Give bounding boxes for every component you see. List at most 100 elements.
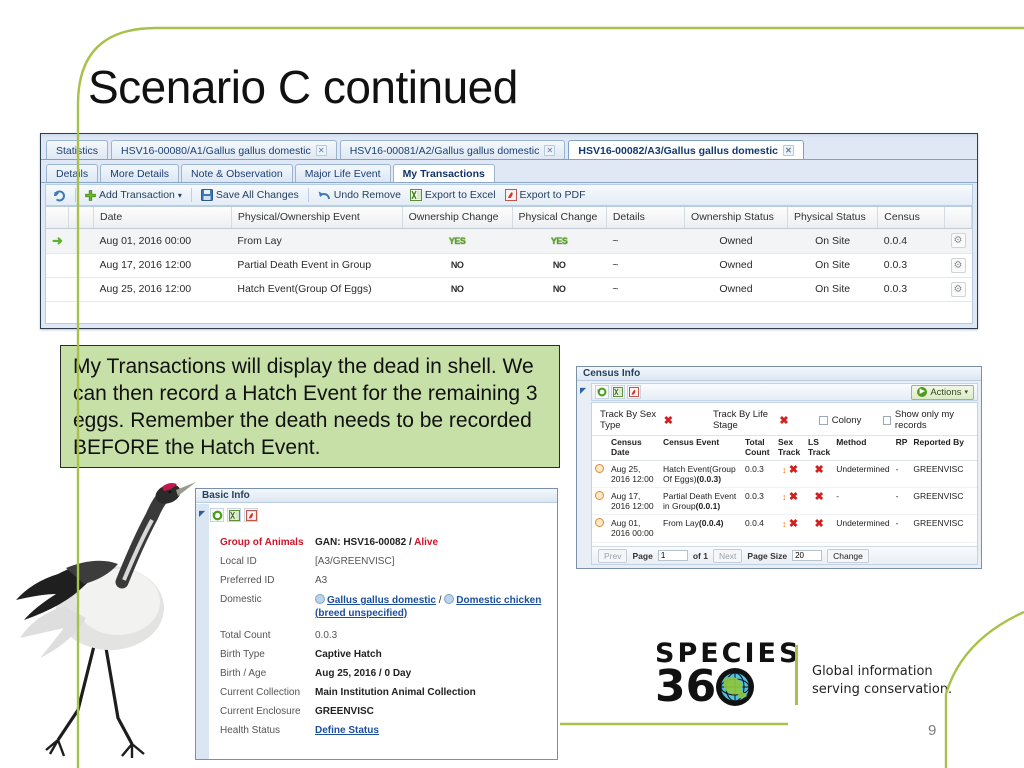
cell-date: Aug 25, 2016 12:00 <box>93 277 232 302</box>
col-ownership-status[interactable]: Ownership Status <box>684 207 788 229</box>
link-breed-unspecified[interactable]: (breed unspecified) <box>315 608 407 619</box>
col-ownership-change[interactable]: Ownership Change <box>402 207 513 229</box>
census-row[interactable]: Aug 01, 2016 00:00 From Lay(0.0.4) 0.0.4… <box>592 514 977 543</box>
refresh-icon[interactable] <box>51 189 68 202</box>
census-row[interactable]: Aug 25, 2016 12:00 Hatch Event(Group Of … <box>592 460 977 488</box>
undo-remove-button[interactable]: Undo Remove <box>316 189 403 201</box>
checkbox-show-only-my-records[interactable]: Show only my records <box>883 409 971 431</box>
next-page-button[interactable]: Next <box>712 548 743 563</box>
export-to-pdf-label: Export to PDF <box>519 189 586 201</box>
checkbox-icon <box>818 415 828 425</box>
cell-ownership-change: YES <box>402 228 513 254</box>
table-header-row: Date Physical/Ownership Event Ownership … <box>46 207 972 229</box>
field-value: [A3/GREENVISC] <box>315 556 395 567</box>
link-define-status[interactable]: Define Status <box>315 725 379 738</box>
table-row[interactable]: Aug 25, 2016 12:00 Hatch Event(Group Of … <box>46 277 972 302</box>
record-tab-statistics[interactable]: Statistics <box>46 140 109 160</box>
table-row[interactable]: Aug 17, 2016 12:00 Partial Death Event i… <box>46 253 972 278</box>
row-settings-button[interactable]: ⚙ <box>944 253 972 278</box>
page-size-input[interactable] <box>792 550 823 561</box>
cell-reported-by: GREENVISC <box>910 514 977 543</box>
pdf-icon[interactable] <box>627 385 641 399</box>
excel-icon[interactable] <box>611 385 625 399</box>
col-census-date[interactable]: Census Date <box>608 435 660 461</box>
logo-tagline: Global information serving conservation. <box>812 663 987 698</box>
page-number: 9 <box>928 722 937 739</box>
tab-note-observation[interactable]: Note & Observation <box>181 164 293 183</box>
row-marker-icon <box>46 253 69 278</box>
field-current-enclosure: Current Enclosure GREENVISC <box>220 706 548 719</box>
collapse-triangle-icon[interactable]: ◤ <box>199 509 205 518</box>
col-blank[interactable] <box>68 207 94 229</box>
cell-total-count: 0.0.3 <box>742 460 775 488</box>
page-number-input[interactable] <box>657 550 688 561</box>
col-physical-status[interactable]: Physical Status <box>787 207 879 229</box>
refresh-icon[interactable] <box>210 508 224 522</box>
tab-more-details[interactable]: More Details <box>100 164 180 183</box>
checkbox-colony[interactable]: Colony <box>818 415 861 426</box>
tab-details[interactable]: Details <box>46 164 99 183</box>
cell-physical-status: On Site <box>787 277 878 302</box>
census-event-count: (0.0.3) <box>696 473 722 484</box>
record-tab-a2[interactable]: HSV16-00081/A2/Gallus gallus domestic ✕ <box>339 140 566 160</box>
gan-status: Alive <box>414 537 439 548</box>
filter-track-by-sex-type[interactable]: Track By Sex Type ✖ <box>600 409 673 431</box>
gan-separator: / <box>408 537 412 548</box>
excel-icon[interactable] <box>227 508 241 522</box>
add-transaction-button[interactable]: Add Transaction ▾ <box>83 189 184 201</box>
logo-360-text: 36 <box>655 661 717 712</box>
col-physical-ownership-event[interactable]: Physical/Ownership Event <box>231 207 403 229</box>
page-of-label: of 1 <box>692 550 708 561</box>
record-tab-a1[interactable]: HSV16-00080/A1/Gallus gallus domestic ✕ <box>111 140 337 160</box>
tab-my-transactions[interactable]: My Transactions <box>392 164 495 183</box>
col-actions[interactable] <box>944 207 972 229</box>
link-separator: / <box>438 595 442 606</box>
export-to-pdf-button[interactable]: Export to PDF <box>503 189 588 201</box>
census-toolbar: ▶ Actions ▾ <box>591 383 978 401</box>
link-domestic-chicken[interactable]: Domestic chicken <box>456 595 541 606</box>
col-details[interactable]: Details <box>606 207 686 229</box>
col-rp[interactable]: RP <box>892 435 911 461</box>
col-ls-track[interactable]: LS Track <box>805 435 834 461</box>
cell-rp: - <box>892 487 911 516</box>
field-value: 0.0.3 <box>315 630 338 641</box>
pdf-icon <box>504 189 517 201</box>
prev-page-button[interactable]: Prev <box>598 548 628 563</box>
census-pager: Prev Page of 1 Next Page Size Change <box>592 546 977 564</box>
refresh-icon[interactable] <box>595 385 609 399</box>
collapse-triangle-icon[interactable]: ◤ <box>580 386 586 395</box>
save-all-changes-button[interactable]: Save All Changes <box>199 189 301 201</box>
record-tab-a3[interactable]: HSV16-00082/A3/Gallus gallus domestic ✕ <box>568 140 804 160</box>
close-icon[interactable]: ✕ <box>315 145 327 156</box>
close-icon[interactable]: ✕ <box>782 145 794 156</box>
col-marker[interactable] <box>46 207 70 229</box>
col-census-event[interactable]: Census Event <box>660 435 742 461</box>
census-row[interactable]: Aug 17, 2016 12:00 Partial Death Event i… <box>592 487 977 516</box>
col-sex-track[interactable]: Sex Track <box>775 435 805 461</box>
field-label: Preferred ID <box>220 575 275 586</box>
col-census[interactable]: Census <box>877 207 945 229</box>
census-info-window: Census Info ◤ ▶ Actions ▾ Track By Sex T… <box>576 366 982 569</box>
tab-major-life-event[interactable]: Major Life Event <box>294 164 391 183</box>
field-value: A3 <box>315 575 328 586</box>
field-label: Total Count <box>220 630 271 641</box>
row-settings-button[interactable]: ⚙ <box>944 228 972 254</box>
link-gallus-gallus-domestic[interactable]: Gallus gallus domestic <box>327 595 436 606</box>
filter-track-by-life-stage[interactable]: Track By Life Stage ✖ <box>713 409 789 431</box>
col-total-count[interactable]: Total Count <box>742 435 775 461</box>
cell-physical-status: On Site <box>787 253 878 278</box>
col-method[interactable]: Method <box>833 435 893 461</box>
col-reported-by[interactable]: Reported By <box>910 435 977 461</box>
col-physical-change[interactable]: Physical Change <box>512 207 607 229</box>
cell-total-count: 0.0.3 <box>742 487 775 516</box>
export-to-excel-button[interactable]: Export to Excel <box>408 189 498 201</box>
change-button[interactable]: Change <box>827 548 869 563</box>
row-spacer <box>68 277 94 302</box>
col-date[interactable]: Date <box>93 207 232 229</box>
row-settings-button[interactable]: ⚙ <box>944 277 972 302</box>
close-icon[interactable]: ✕ <box>544 145 556 156</box>
table-row[interactable]: ➜ Aug 01, 2016 00:00 From Lay YES YES ~ … <box>46 228 972 254</box>
pdf-icon[interactable] <box>244 508 258 522</box>
field-label: Domestic <box>220 594 262 605</box>
actions-button[interactable]: ▶ Actions ▾ <box>911 384 974 400</box>
